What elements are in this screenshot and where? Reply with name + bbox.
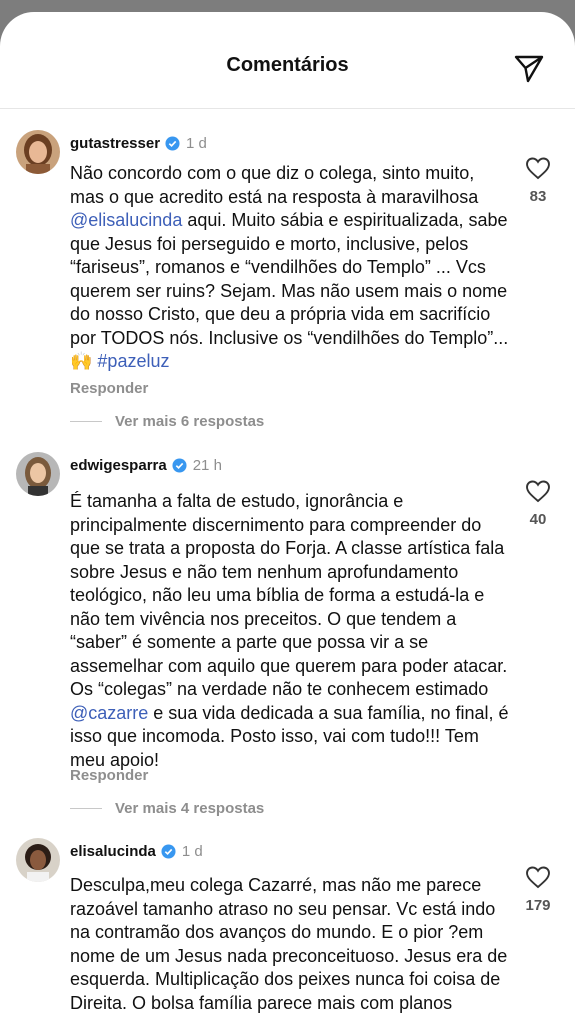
verified-badge-icon	[161, 843, 176, 859]
heart-icon[interactable]	[525, 479, 551, 503]
avatar[interactable]	[16, 130, 60, 174]
view-more-replies[interactable]: Ver mais 6 respostas	[70, 411, 264, 431]
comment-text-part: Desculpa,meu colega Cazarré, mas não me …	[70, 875, 508, 1013]
verified-badge-icon	[165, 135, 180, 151]
like-area: 83	[521, 156, 555, 205]
comment-text-part: aqui. Muito sábia e espiritualizada, sab…	[70, 210, 509, 371]
comment-time: 1 d	[181, 842, 203, 860]
verified-badge-icon	[172, 457, 187, 473]
comment-time: 21 h	[192, 456, 222, 474]
like-area: 40	[521, 479, 555, 528]
username[interactable]: gutastresser	[70, 135, 160, 152]
paper-plane-icon[interactable]	[513, 52, 545, 84]
like-count: 179	[525, 897, 551, 914]
like-count: 83	[529, 188, 547, 205]
username[interactable]: elisalucinda	[70, 843, 156, 860]
comment-time: 1 d	[186, 134, 207, 152]
username-row: elisalucinda 1 d	[70, 840, 203, 862]
like-count: 40	[529, 511, 547, 528]
comment-text: Desculpa,meu colega Cazarré, mas não me …	[70, 874, 510, 1015]
sheet-title: Comentários	[226, 54, 349, 76]
heart-icon[interactable]	[525, 865, 551, 889]
username[interactable]: edwigesparra	[70, 457, 167, 474]
divider-line	[70, 420, 102, 422]
mention-link[interactable]: @elisalucinda	[70, 210, 182, 230]
reply-button[interactable]: Responder	[70, 380, 148, 397]
comment-text: Não concordo com o que diz o colega, sin…	[70, 162, 510, 374]
view-more-label: Ver mais 4 respostas	[115, 799, 265, 817]
like-area: 179	[521, 865, 555, 914]
heart-icon[interactable]	[525, 156, 551, 180]
hashtag-link[interactable]: #pazeluz	[97, 351, 169, 371]
avatar[interactable]	[16, 452, 60, 496]
divider-line	[70, 807, 102, 809]
mention-link[interactable]: @cazarre	[70, 703, 148, 723]
comment-text: É tamanha a falta de estudo, ignorância …	[70, 490, 510, 772]
comment-text-part: É tamanha a falta de estudo, ignorância …	[70, 491, 508, 699]
reply-button[interactable]: Responder	[70, 767, 148, 784]
username-row: gutastresser 1 d	[70, 132, 207, 154]
comment-text-part: Não concordo com o que diz o colega, sin…	[70, 163, 479, 207]
avatar[interactable]	[16, 838, 60, 882]
view-more-replies[interactable]: Ver mais 4 respostas	[70, 798, 264, 818]
view-more-label: Ver mais 6 respostas	[115, 412, 265, 430]
username-row: edwigesparra 21 h	[70, 454, 222, 476]
comments-sheet: Comentários gutastresser 1 d Não concord…	[0, 12, 575, 1024]
comments-header: Comentários	[0, 12, 575, 109]
